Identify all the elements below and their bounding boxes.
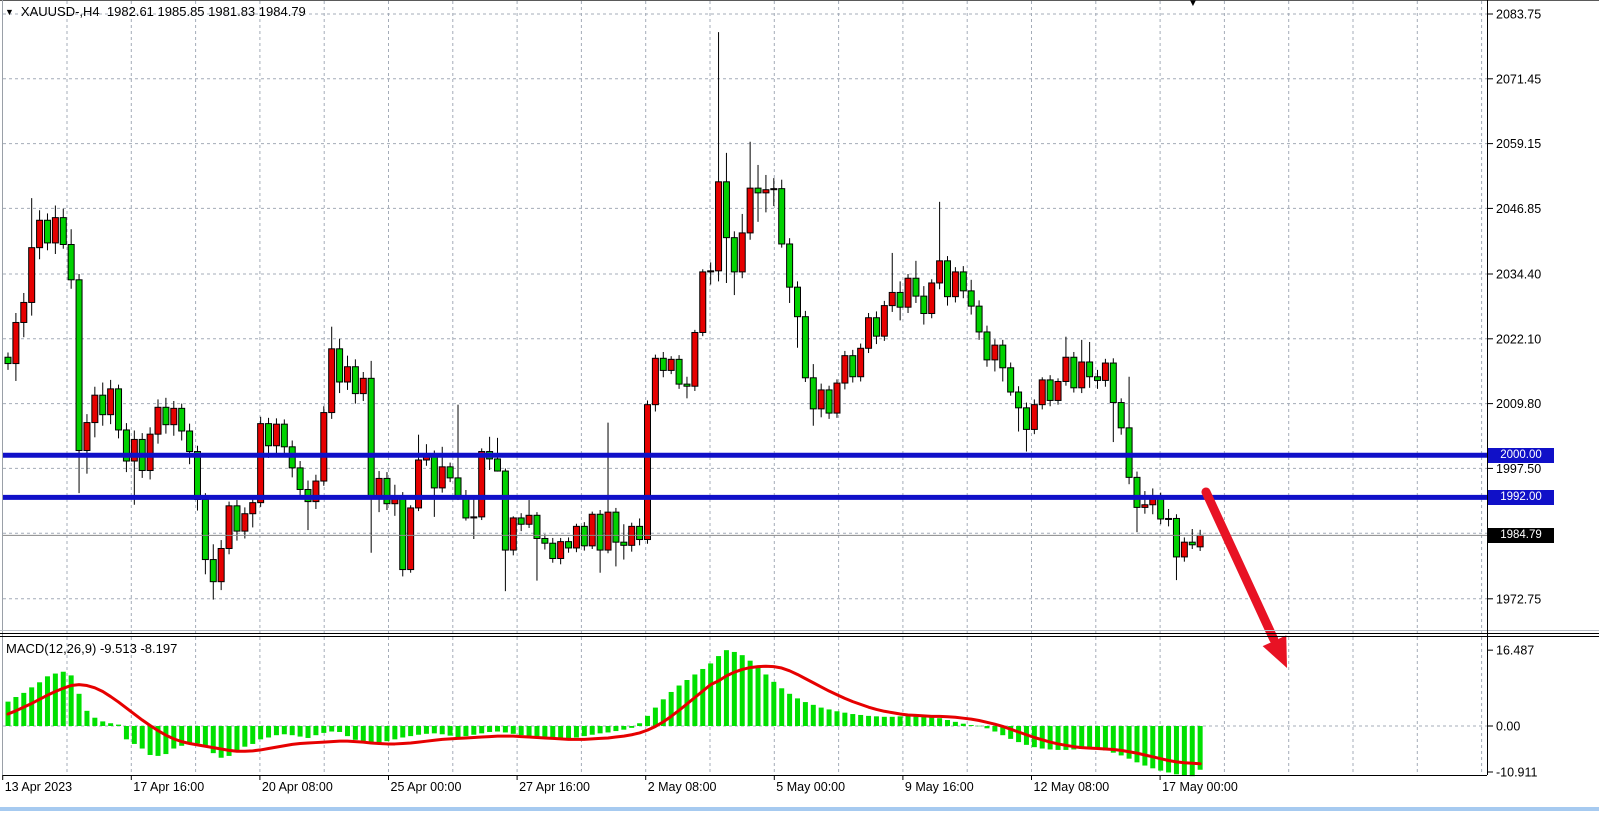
time-axis-label: 5 May 00:00	[776, 780, 845, 794]
price-axis-label: 2022.10	[1496, 332, 1541, 346]
background	[0, 0, 1599, 813]
price-axis-label: 2034.40	[1496, 268, 1541, 282]
time-axis-label: 2 May 08:00	[648, 780, 717, 794]
macd-axis-label: 0.00	[1496, 720, 1520, 734]
macd-name: MACD(12,26,9)	[6, 641, 96, 656]
price-axis-label: 2046.85	[1496, 202, 1541, 216]
macd-axis-label: -10.911	[1496, 766, 1538, 780]
macd-axis-label: 16.487	[1496, 644, 1534, 658]
current-price-badge: 1984.79	[1488, 528, 1554, 543]
candlestick-chart-canvas[interactable]: 2083.75 2071.45 2059.15 2046.85 2034.40 2022.…	[0, 0, 1599, 813]
title-close-value: 1984.79	[259, 4, 306, 19]
symbol-dropdown-icon[interactable]: ▼	[5, 7, 14, 17]
time-axis-label: 12 May 08:00	[1034, 780, 1110, 794]
macd-indicator-label: MACD(12,26,9) -9.513 -8.197	[6, 641, 177, 656]
price-axis-label: 1972.75	[1496, 592, 1541, 606]
title-high-value: 1985.85	[158, 4, 205, 19]
time-axis-label: 20 Apr 08:00	[262, 780, 333, 794]
macd-value: -9.513	[100, 641, 137, 656]
price-axis-label: 2083.75	[1496, 8, 1541, 22]
price-axis-label: 2009.80	[1496, 397, 1541, 411]
time-axis-label: 13 Apr 2023	[5, 780, 72, 794]
time-axis-label: 17 May 00:00	[1162, 780, 1238, 794]
price-axis-label: 1997.50	[1496, 462, 1541, 476]
time-axis-label: 27 Apr 16:00	[519, 780, 590, 794]
price-axis-label: 2071.45	[1496, 72, 1541, 86]
chart-title: ▼ XAUUSD-,H4 1982.61 1985.85 1981.83 1984…	[5, 4, 306, 20]
macd-signal-value: -8.197	[140, 641, 177, 656]
price-axis-label: 2059.15	[1496, 137, 1541, 151]
support-price-badge: 1992.00	[1488, 490, 1554, 505]
time-axis-label: 25 Apr 00:00	[391, 780, 462, 794]
time-axis-label: 17 Apr 16:00	[133, 780, 204, 794]
title-open-value: 1982.61	[107, 4, 154, 19]
chart-shift-icon[interactable]: ▼	[1188, 0, 1198, 9]
symbol-period-label: XAUUSD-,H4	[21, 4, 100, 19]
window-edge	[0, 807, 1599, 811]
mt4-chart-window: 2083.75 2071.45 2059.15 2046.85 2034.40 2022.…	[0, 0, 1599, 813]
resistance-price-badge: 2000.00	[1488, 448, 1554, 463]
time-axis-label: 9 May 16:00	[905, 780, 974, 794]
title-low-value: 1981.83	[208, 4, 255, 19]
